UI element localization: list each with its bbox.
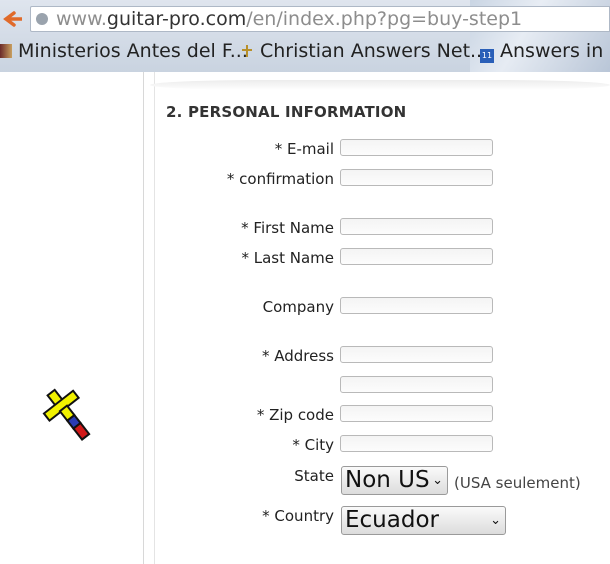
country-selected-value: Ecuador — [345, 507, 439, 533]
back-arrow-icon[interactable] — [0, 9, 22, 29]
bookmark-answers-in-genesis[interactable]: 11 Answers in G — [480, 40, 610, 68]
email-confirmation-field[interactable] — [340, 169, 493, 186]
url-path: /en/index.php?pg=buy-step1 — [246, 8, 523, 30]
bookmark-label: Christian Answers Net... — [260, 40, 489, 62]
cross-favicon-icon — [242, 45, 252, 57]
cross-cursor-icon — [42, 388, 91, 441]
company-field[interactable] — [340, 297, 493, 314]
chevron-down-icon: ⌄ — [490, 513, 501, 528]
content-border-inner — [154, 72, 155, 564]
first-name-field[interactable] — [340, 218, 493, 235]
section-shadow — [150, 80, 610, 90]
globe-icon — [36, 13, 48, 25]
url-prefix: www. — [56, 8, 107, 30]
bookmark-ministerios[interactable]: Ministerios Antes del F... — [0, 40, 248, 68]
zip-code-label: * Zip code — [256, 406, 334, 424]
confirmation-label: * confirmation — [226, 170, 334, 188]
section-title: 2. PERSONAL INFORMATION — [166, 103, 407, 121]
state-selected-value: Non US — [345, 467, 430, 493]
calendar-favicon-icon: 11 — [480, 49, 494, 63]
address-label: * Address — [261, 347, 334, 365]
state-note: (USA seulement) — [454, 474, 581, 492]
browser-chrome: www.guitar-pro.com/en/index.php?pg=buy-s… — [0, 0, 610, 72]
city-label: * City — [292, 436, 334, 454]
country-label: * Country — [262, 507, 334, 525]
email-label: * E-mail — [274, 140, 334, 158]
city-field[interactable] — [340, 435, 493, 452]
first-name-label: * First Name — [241, 219, 334, 237]
email-field[interactable] — [340, 139, 493, 156]
bookmark-christian-answers[interactable]: Christian Answers Net... — [240, 40, 488, 68]
url-domain: guitar-pro.com — [106, 8, 247, 30]
flag-favicon-icon — [0, 44, 12, 58]
last-name-label: * Last Name — [241, 249, 334, 267]
chevron-down-icon: ⌄ — [432, 473, 443, 488]
state-label: State — [294, 467, 334, 485]
company-label: Company — [262, 298, 334, 316]
zip-code-field[interactable] — [340, 405, 493, 422]
address-line2-field[interactable] — [340, 376, 493, 393]
content-border-left — [143, 72, 144, 564]
last-name-field[interactable] — [340, 248, 493, 265]
bookmark-label: Ministerios Antes del F... — [18, 40, 248, 62]
address-url[interactable]: www.guitar-pro.com/en/index.php?pg=buy-s… — [56, 8, 522, 30]
address-field[interactable] — [340, 346, 493, 363]
state-select[interactable]: Non US ⌄ — [341, 466, 448, 495]
bookmark-label: Answers in G — [500, 40, 610, 62]
country-select[interactable]: Ecuador ⌄ — [341, 506, 506, 535]
